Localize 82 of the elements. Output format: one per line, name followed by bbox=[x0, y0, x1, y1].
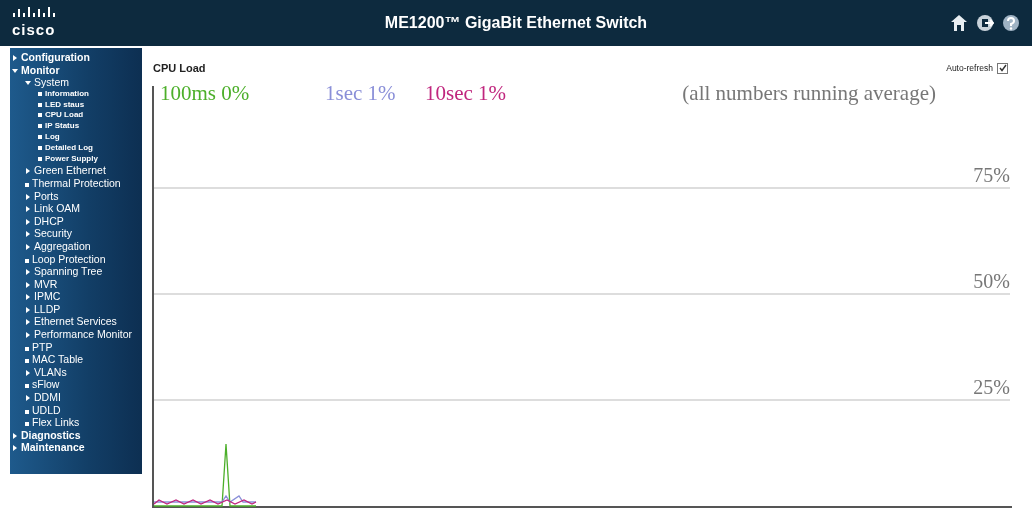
auto-refresh-label: Auto-refresh bbox=[946, 63, 993, 73]
gridline-label: 75% bbox=[973, 164, 1010, 186]
caret-right-icon[interactable] bbox=[25, 206, 31, 213]
help-icon[interactable] bbox=[1002, 14, 1020, 32]
caret-right-icon[interactable] bbox=[25, 319, 31, 326]
bullet-icon bbox=[25, 384, 29, 389]
auto-refresh-checkbox[interactable] bbox=[997, 62, 1008, 74]
menu-item[interactable]: sFlow bbox=[32, 378, 60, 392]
gridline-label: 50% bbox=[973, 270, 1010, 292]
caret-right-icon[interactable] bbox=[25, 168, 31, 175]
bullet-icon bbox=[25, 182, 29, 187]
menu-item[interactable]: Link OAM bbox=[34, 202, 81, 215]
menu-item[interactable]: Loop Protection bbox=[32, 252, 106, 266]
menu-item[interactable]: LED staus bbox=[45, 99, 85, 111]
menu-item[interactable]: DHCP bbox=[34, 214, 64, 228]
menu-item[interactable]: Aggregation bbox=[34, 239, 91, 253]
caret-right-icon[interactable] bbox=[25, 269, 31, 276]
caret-right-icon[interactable] bbox=[25, 306, 31, 313]
caret-right-icon[interactable] bbox=[12, 445, 18, 452]
menu-item[interactable]: Thermal Protection bbox=[32, 176, 121, 190]
menu-item[interactable]: Monitor bbox=[21, 63, 60, 77]
menu-item[interactable]: Log bbox=[45, 131, 60, 143]
bullet-icon bbox=[38, 102, 42, 107]
menu-item[interactable]: Security bbox=[34, 227, 72, 240]
menu-item[interactable]: DDMI bbox=[34, 391, 61, 404]
page-title: CPU Load bbox=[153, 62, 206, 74]
menu-item[interactable]: Performance Monitor bbox=[34, 328, 133, 341]
caret-right-icon[interactable] bbox=[25, 294, 31, 301]
bullet-icon bbox=[25, 258, 29, 263]
menu-item[interactable]: CPU Load bbox=[45, 110, 84, 122]
window-title: ME1200™ GigaBit Ethernet Switch bbox=[384, 14, 648, 32]
legend-label: 100ms 0% bbox=[160, 81, 250, 105]
caret-right-icon[interactable] bbox=[25, 193, 31, 200]
menu-item[interactable]: Flex Links bbox=[32, 416, 80, 429]
caret-right-icon[interactable] bbox=[12, 55, 18, 61]
caret-right-icon[interactable] bbox=[25, 218, 31, 225]
menu-item[interactable]: Information bbox=[45, 88, 89, 100]
logo-text: cisco bbox=[12, 21, 56, 38]
menu-item[interactable]: IPMC bbox=[34, 290, 61, 303]
menu-item[interactable]: Detailed Log bbox=[45, 142, 93, 154]
caret-right-icon[interactable] bbox=[25, 231, 31, 238]
gridline-label: 25% bbox=[973, 376, 1010, 398]
menu-item[interactable]: MAC Table bbox=[32, 353, 84, 366]
menu-item[interactable]: LLDP bbox=[34, 302, 61, 316]
legend-label: 1sec 1% bbox=[325, 81, 396, 105]
home-icon[interactable] bbox=[950, 14, 968, 32]
bullet-icon bbox=[25, 409, 29, 414]
caret-right-icon[interactable] bbox=[25, 332, 31, 339]
legend-label: 10sec 1% bbox=[425, 81, 507, 105]
menu-item[interactable]: Spanning Tree bbox=[34, 265, 103, 278]
caret-down-icon[interactable] bbox=[25, 80, 31, 87]
logout-icon[interactable] bbox=[976, 14, 994, 32]
menu-item[interactable]: PTP bbox=[32, 340, 53, 354]
menu-item[interactable]: MVR bbox=[34, 277, 58, 291]
menu-item[interactable]: Diagnostics bbox=[21, 428, 81, 442]
bullet-icon bbox=[38, 124, 42, 129]
caret-right-icon[interactable] bbox=[25, 243, 31, 250]
bullet-icon bbox=[25, 422, 29, 427]
menu-item[interactable]: Power Supply bbox=[45, 153, 98, 165]
bullet-icon bbox=[38, 134, 42, 139]
caret-right-icon[interactable] bbox=[25, 281, 31, 288]
bullet-icon bbox=[25, 359, 29, 364]
menu-item[interactable]: UDLD bbox=[32, 403, 61, 417]
menu-item[interactable]: IP Status bbox=[45, 121, 80, 132]
menu-item[interactable]: Maintenance bbox=[21, 441, 85, 454]
caret-right-icon[interactable] bbox=[25, 369, 31, 376]
menu-item[interactable]: System bbox=[34, 76, 69, 89]
bullet-icon bbox=[38, 113, 42, 118]
bullet-icon bbox=[38, 145, 42, 150]
menu-item[interactable]: Ports bbox=[34, 189, 59, 203]
bullet-icon bbox=[38, 156, 42, 161]
caret-down-icon[interactable] bbox=[12, 67, 18, 74]
menu-item[interactable]: Configuration bbox=[21, 51, 90, 64]
bullet-icon bbox=[25, 346, 29, 351]
menu-item[interactable]: VLANs bbox=[34, 365, 67, 379]
graph-note: (all numbers running average) bbox=[682, 81, 936, 105]
caret-right-icon[interactable] bbox=[25, 395, 31, 402]
menu-item[interactable]: Green Ethernet bbox=[34, 164, 106, 177]
logo-bars-icon bbox=[13, 7, 55, 17]
bullet-icon bbox=[38, 91, 42, 96]
menu-item[interactable]: Ethernet Services bbox=[34, 315, 117, 329]
caret-right-icon[interactable] bbox=[12, 432, 18, 439]
